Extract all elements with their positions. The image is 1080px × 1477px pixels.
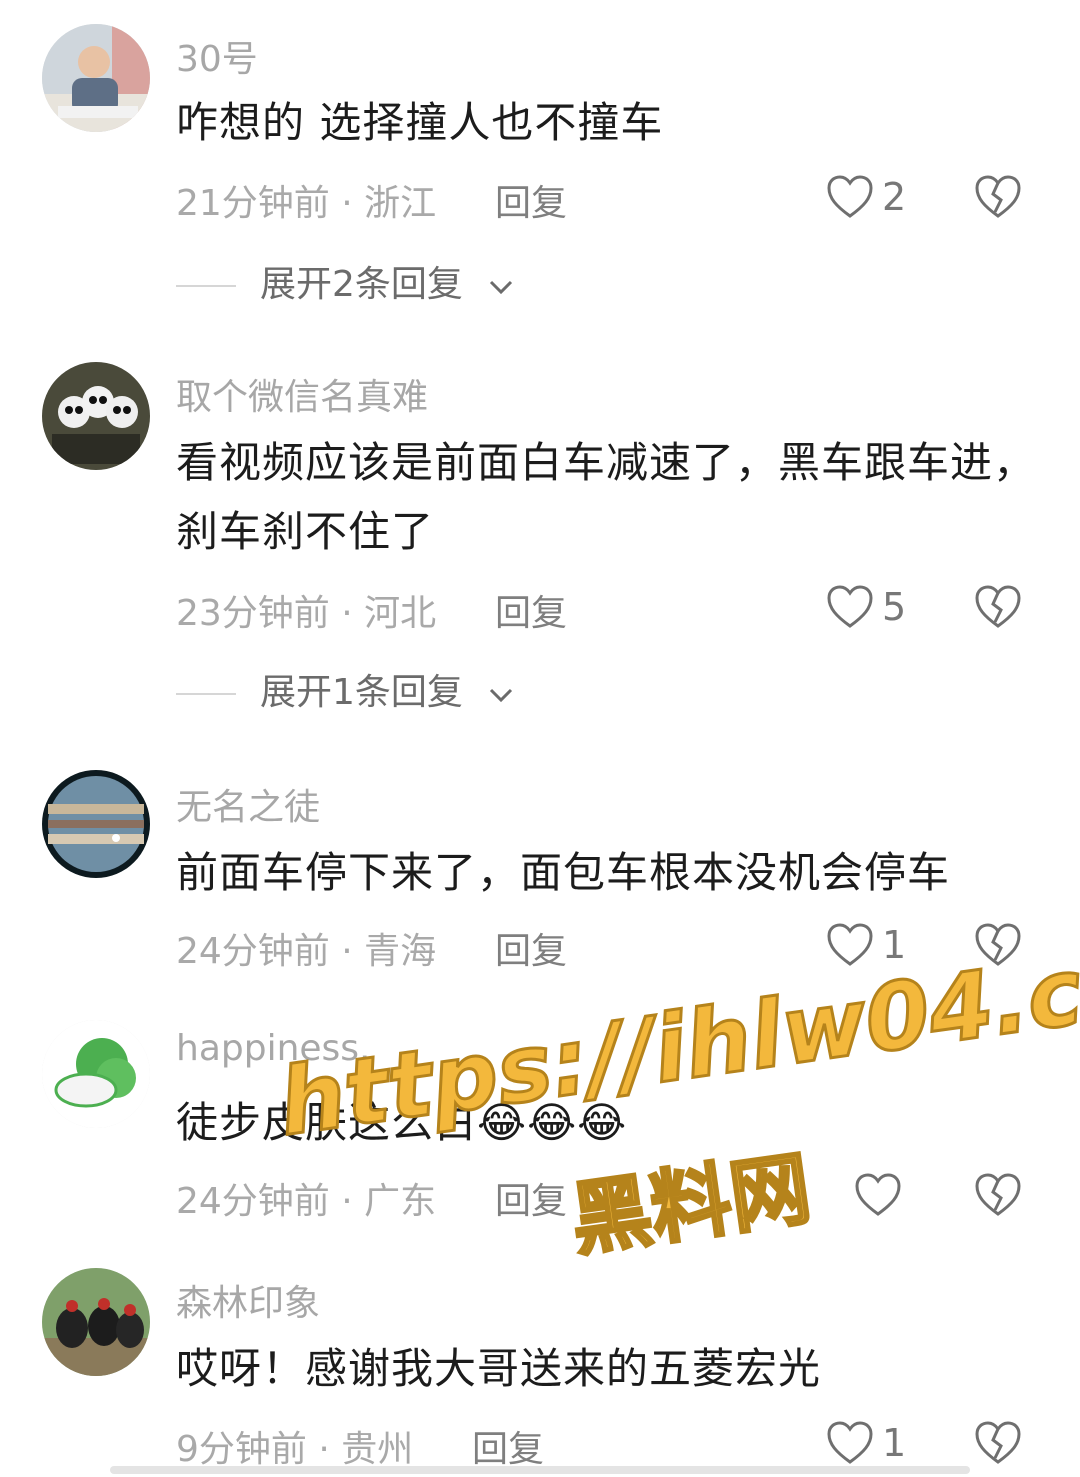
like-count: 1 [882, 923, 907, 967]
user-avatar[interactable] [42, 362, 150, 470]
comment-meta: 24分钟前 · 广东 [176, 1181, 437, 1222]
like-button[interactable]: 5 [826, 584, 946, 634]
like-count: 1 [882, 1421, 907, 1465]
broken-heart-icon [975, 1173, 1021, 1216]
expand-replies-label: 展开1条回复 [260, 672, 463, 713]
comment-text: 看视频应该是前面白车减速了，黑车跟车进，刹车刹不住了 [176, 438, 1037, 556]
cabbage-avatar-icon [42, 1020, 150, 1128]
dislike-button[interactable] [974, 1172, 1022, 1218]
username[interactable]: happiness. [176, 1028, 371, 1069]
expand-divider [176, 285, 236, 287]
reply-button[interactable]: 回复 [495, 174, 567, 226]
dislike-button[interactable] [974, 584, 1022, 630]
chevron-down-icon [489, 688, 513, 703]
comment-meta: 24分钟前 · 青海 [176, 931, 437, 972]
broken-heart-icon [975, 1421, 1021, 1464]
broken-heart-icon [975, 585, 1021, 628]
comment-meta: 21分钟前 · 浙江 [176, 183, 437, 224]
comment-text: 哎呀！感谢我大哥送来的五菱宏光 [176, 1344, 822, 1393]
reply-button[interactable]: 回复 [472, 1420, 544, 1472]
expand-divider [176, 693, 236, 695]
like-button[interactable]: 2 [826, 174, 946, 224]
jupiter-avatar-icon [42, 770, 150, 878]
comment-meta: 23分钟前 · 河北 [176, 593, 437, 634]
reply-button[interactable]: 回复 [495, 922, 567, 974]
user-avatar[interactable] [42, 1268, 150, 1376]
user-avatar[interactable] [42, 770, 150, 878]
username[interactable]: 无名之徒 [176, 778, 320, 830]
username[interactable]: 森林印象 [176, 1274, 320, 1326]
roosters-avatar-icon [42, 1268, 150, 1376]
reply-button[interactable]: 回复 [495, 1172, 567, 1224]
like-button[interactable]: 1 [826, 1420, 946, 1470]
username[interactable]: 30号 [176, 30, 258, 82]
dislike-button[interactable] [974, 1420, 1022, 1466]
broken-heart-icon [975, 175, 1021, 218]
heart-icon [827, 1421, 873, 1464]
dislike-button[interactable] [974, 174, 1022, 220]
broken-heart-icon [975, 923, 1021, 966]
like-count: 2 [882, 175, 907, 219]
comment-meta: 9分钟前 · 贵州 [176, 1429, 414, 1470]
heart-icon [827, 923, 873, 966]
reply-button[interactable]: 回复 [495, 584, 567, 636]
like-count: 5 [882, 585, 907, 629]
expand-replies-label: 展开2条回复 [260, 264, 463, 305]
bottom-scroll-indicator [110, 1466, 970, 1474]
user-avatar[interactable] [42, 1020, 150, 1128]
heart-icon [827, 585, 873, 628]
expand-replies-button[interactable]: 展开1条回复 [176, 668, 676, 718]
comment-text: 徒步皮肤这么白😂😂😂 [176, 1098, 628, 1147]
chevron-down-icon [489, 280, 513, 295]
heart-icon [855, 1173, 901, 1216]
heart-icon [827, 175, 873, 218]
like-button[interactable] [854, 1172, 974, 1222]
username[interactable]: 取个微信名真难 [176, 368, 428, 420]
baby-photo-avatar-icon [42, 24, 150, 132]
user-avatar[interactable] [42, 24, 150, 132]
pandas-avatar-icon [42, 362, 150, 470]
dislike-button[interactable] [974, 922, 1022, 968]
comment-text: 咋想的 选择撞人也不撞车 [176, 98, 664, 147]
expand-replies-button[interactable]: 展开2条回复 [176, 260, 676, 310]
like-button[interactable]: 1 [826, 922, 946, 972]
comment-text: 前面车停下来了，面包车根本没机会停车 [176, 848, 951, 897]
